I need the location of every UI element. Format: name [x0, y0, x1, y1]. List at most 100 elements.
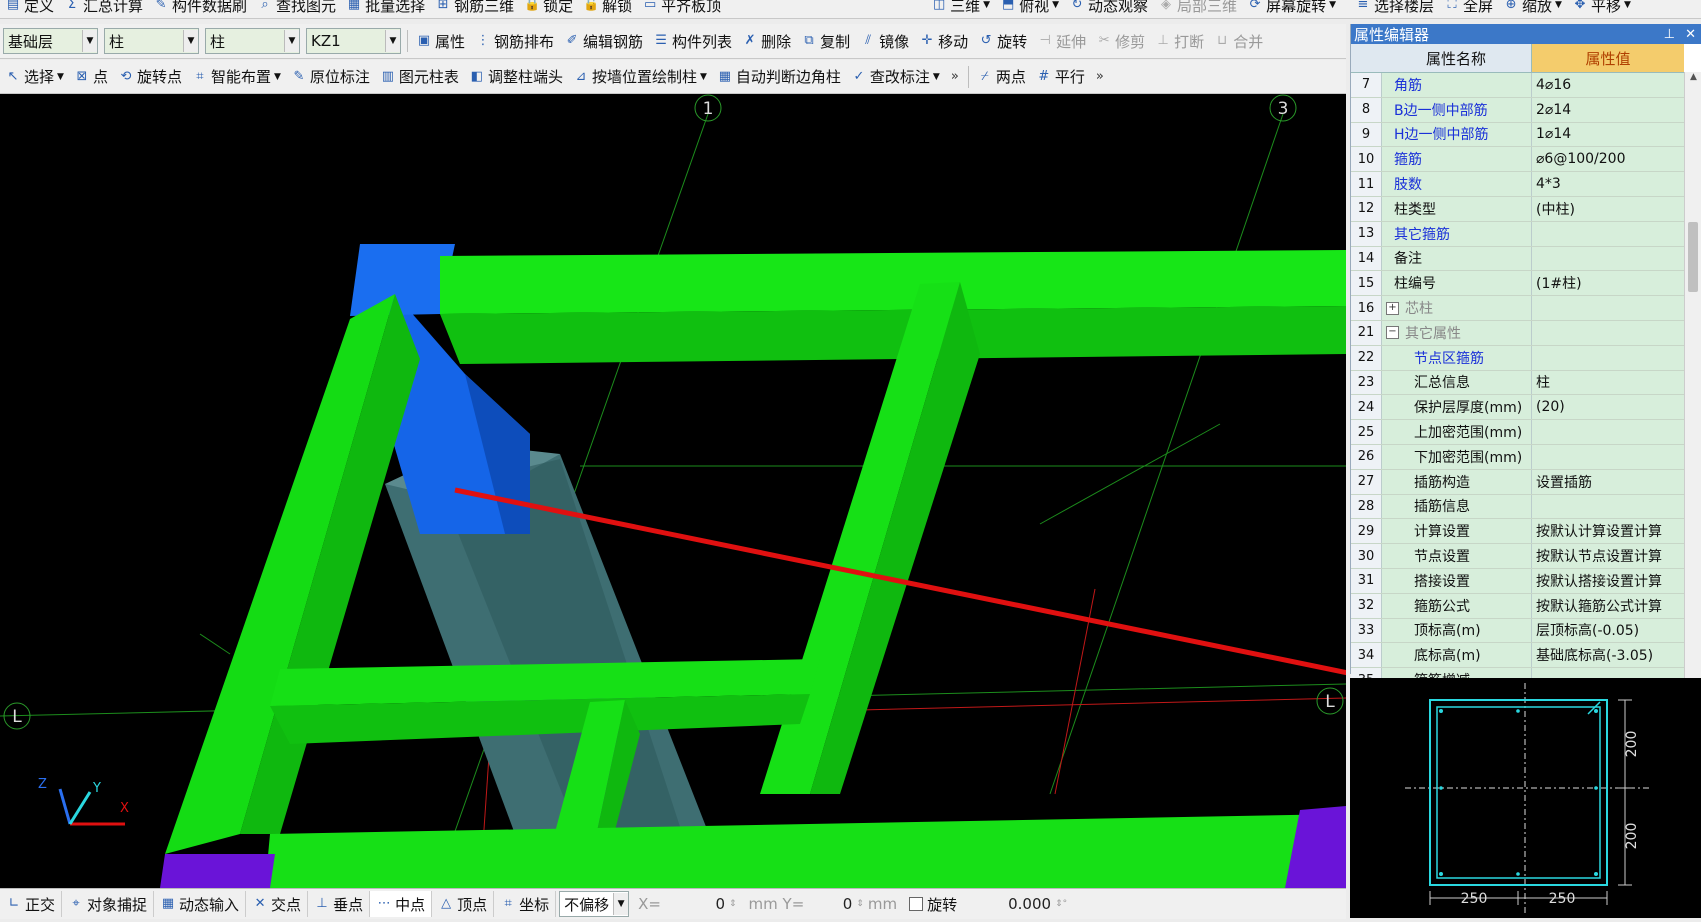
rotate-button[interactable]: ↺ 旋转 — [973, 29, 1032, 53]
perpendicular-toggle[interactable]: ⊥ 垂点 — [308, 891, 371, 917]
define-button[interactable]: ▤ 定义 — [0, 0, 59, 17]
property-value[interactable]: 2⌀14 — [1532, 97, 1684, 122]
dynamic-input-toggle[interactable]: ▦ 动态输入 — [154, 891, 247, 917]
property-value[interactable]: 按默认搭接设置计算 — [1532, 568, 1684, 593]
property-value[interactable]: 按默认节点设置计算 — [1532, 544, 1684, 568]
property-row[interactable]: 10 箍筋 ⌀6@100/200 — [1351, 147, 1701, 173]
point-button[interactable]: ⊠ 点 — [69, 65, 113, 89]
property-row[interactable]: 7 角筋 4⌀16 — [1351, 73, 1701, 98]
expand-icon[interactable]: + — [1386, 301, 1399, 315]
close-icon[interactable]: ✕ — [1685, 27, 1696, 42]
property-value[interactable]: (20) — [1532, 395, 1684, 420]
property-value[interactable]: 基础底标高(-3.05) — [1532, 643, 1684, 668]
select-button[interactable]: ↖ 选择 ▼ — [0, 65, 69, 89]
property-row[interactable]: 11 肢数 4*3 — [1351, 172, 1701, 197]
element-combo[interactable]: KZ1 ▼ — [306, 28, 401, 54]
orbit-button[interactable]: ↻ 动态观察 — [1064, 0, 1153, 17]
property-value[interactable]: 柱 — [1532, 370, 1684, 395]
trim-button[interactable]: ✂ 修剪 — [1091, 29, 1150, 53]
property-row[interactable]: 26 下加密范围(mm) — [1351, 444, 1701, 470]
beam-top[interactable] — [440, 250, 1346, 364]
property-row[interactable]: 8 B边一侧中部筋 2⌀14 — [1351, 97, 1701, 123]
floor-combo[interactable]: 基础层 ▼ — [3, 28, 98, 54]
property-value[interactable] — [1532, 296, 1684, 320]
property-value[interactable] — [1532, 420, 1684, 444]
property-value[interactable]: (中柱) — [1532, 196, 1684, 221]
scroll-up-icon[interactable]: ▲ — [1685, 72, 1701, 88]
coordinate-toggle[interactable]: ⌗ 坐标 — [494, 891, 557, 917]
check-label-button[interactable]: ✓ 查改标注 ▼ — [846, 65, 945, 89]
rotate-checkbox[interactable] — [909, 897, 924, 911]
col-header-value[interactable]: 属性值 — [1532, 44, 1684, 72]
property-row[interactable]: 16 + 芯柱 — [1351, 296, 1701, 321]
move-button[interactable]: ✛ 移动 — [914, 29, 973, 53]
property-row[interactable]: 9 H边一侧中部筋 1⌀14 — [1351, 122, 1701, 148]
top-view-button[interactable]: ⬒ 俯视 ▼ — [995, 0, 1064, 17]
property-value[interactable]: 按默认计算设置计算 — [1532, 519, 1684, 544]
find-button[interactable]: ⌕ 查找图元 — [252, 0, 341, 17]
more-chevron-right-icon[interactable]: » — [1090, 69, 1110, 84]
property-scrollbar[interactable]: ▲ ▼ — [1684, 72, 1701, 694]
property-value[interactable]: 1⌀14 — [1532, 122, 1684, 147]
rotate-point-button[interactable]: ⟲ 旋转点 — [113, 65, 187, 89]
brush-button[interactable]: ✎ 构件数据刷 — [148, 0, 252, 17]
beam-bottom[interactable] — [265, 814, 1346, 888]
property-row[interactable]: 25 上加密范围(mm) — [1351, 420, 1701, 445]
property-row[interactable]: 22 节点区箍筋 — [1351, 345, 1701, 371]
property-row[interactable]: 23 汇总信息 柱 — [1351, 370, 1701, 396]
edit-rebar-button[interactable]: ✐ 编辑钢筋 — [559, 29, 648, 53]
property-value[interactable] — [1532, 221, 1684, 246]
vertex-toggle[interactable]: △ 顶点 — [432, 891, 495, 917]
draw-column-button[interactable]: ⊿ 按墙位置绘制柱 ▼ — [568, 65, 712, 89]
midpoint-toggle[interactable]: ⋯ 中点 — [370, 891, 433, 917]
property-value[interactable] — [1532, 246, 1684, 271]
ortho-toggle[interactable]: ∟ 正交 — [0, 891, 63, 917]
offset-mode-select[interactable]: 不偏移 ▼ — [559, 891, 630, 917]
y-coordinate[interactable]: mm Y= 0 ⇕ mm — [743, 895, 904, 913]
property-row[interactable]: 33 顶标高(m) 层顶标高(-0.05) — [1351, 618, 1701, 644]
parallel-button[interactable]: # 平行 — [1031, 65, 1090, 89]
property-row[interactable]: 14 备注 — [1351, 246, 1701, 272]
sum-button[interactable]: Σ 汇总计算 — [59, 0, 148, 17]
column-head-button[interactable]: ◧ 调整柱端头 — [464, 65, 568, 89]
component-list-button[interactable]: ☰ 构件列表 — [648, 29, 737, 53]
drawing-viewport[interactable]: 1 3 L L Z Y X — [0, 94, 1346, 888]
merge-button[interactable]: ⊔ 合并 — [1209, 29, 1268, 53]
corner-column-button[interactable]: ▦ 自动判断边角柱 — [712, 65, 846, 89]
column-table-button[interactable]: ▥ 图元柱表 — [375, 65, 464, 89]
mirror-button[interactable]: ⫽ 镜像 — [855, 29, 914, 53]
full-screen-button[interactable]: ⛶ 全屏 — [1439, 0, 1498, 17]
pin-icon[interactable]: ⊥ — [1664, 27, 1675, 42]
zoom-button[interactable]: ⊕ 缩放 ▼ — [1498, 0, 1567, 17]
rotate-option[interactable]: 旋转 0.000 ⇕° — [903, 894, 1073, 915]
more-chevron-icon[interactable]: » — [945, 69, 965, 84]
break-button[interactable]: ⊥ 打断 — [1150, 29, 1209, 53]
property-row[interactable]: 21− 其它属性 — [1351, 320, 1701, 346]
two-points-button[interactable]: ⌿ 两点 — [972, 65, 1031, 89]
category-combo[interactable]: 柱 ▼ — [104, 28, 199, 54]
snap-toggle[interactable]: ⌖ 对象捕捉 — [62, 891, 155, 917]
property-value[interactable]: 4⌀16 — [1532, 73, 1684, 97]
smart-layout-button[interactable]: ⌗ 智能布置 ▼ — [187, 65, 286, 89]
pan-button[interactable]: ✥ 平移 ▼ — [1567, 0, 1636, 17]
beam-left[interactable] — [165, 294, 420, 854]
property-value[interactable]: 按默认箍筋公式计算 — [1532, 593, 1684, 618]
collapse-icon[interactable]: − — [1386, 326, 1399, 340]
property-value[interactable] — [1532, 444, 1684, 469]
corner-column-left[interactable] — [160, 854, 275, 888]
property-row[interactable]: 29 计算设置 按默认计算设置计算 — [1351, 519, 1701, 545]
scroll-thumb[interactable] — [1688, 222, 1698, 292]
extend-button[interactable]: ⊣ 延伸 — [1032, 29, 1091, 53]
intersection-toggle[interactable]: ✕ 交点 — [246, 891, 309, 917]
y-value[interactable]: 0 — [808, 895, 853, 913]
in-situ-label-button[interactable]: ✎ 原位标注 — [286, 65, 375, 89]
unlock-button[interactable]: 🔓 解锁 — [578, 0, 637, 17]
rebar-3d-button[interactable]: ⊞ 钢筋三维 — [430, 0, 519, 17]
rebar-layout-button[interactable]: ⋮ 钢筋排布 — [470, 29, 559, 53]
col-header-name[interactable]: 属性名称 — [1381, 44, 1532, 72]
property-value[interactable]: 4*3 — [1532, 172, 1684, 196]
x-coordinate[interactable]: X= 0 ⇕ — [632, 895, 742, 913]
rotate-screen-button[interactable]: ⟳ 屏幕旋转 ▼ — [1242, 0, 1341, 17]
cube-button[interactable]: ◫ 三维 ▼ — [926, 0, 995, 17]
slab-button[interactable]: ▭ 平齐板顶 — [637, 0, 726, 17]
